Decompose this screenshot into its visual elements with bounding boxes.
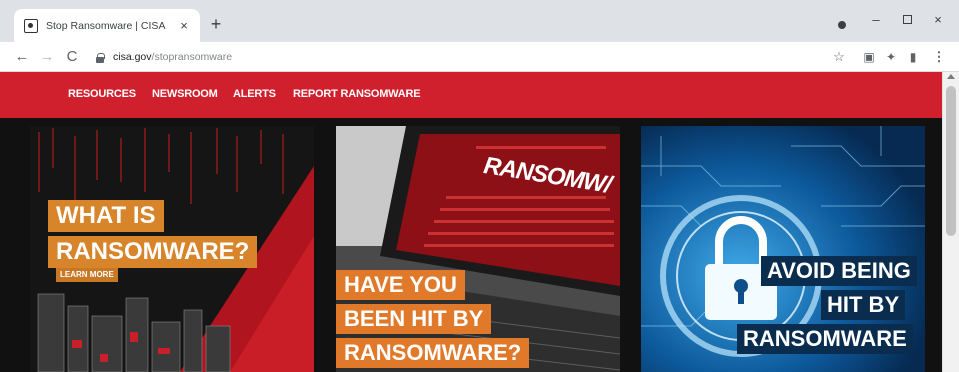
card-1-headline-line-1: WHAT IS <box>48 200 164 232</box>
card-3-headline-line-2: HIT BY <box>821 290 906 320</box>
profile-icon[interactable] <box>836 19 848 31</box>
scroll-up-arrow-icon[interactable] <box>947 74 955 79</box>
address-bar[interactable]: cisa.gov/stopransomware <box>90 46 825 68</box>
nav-link-alerts[interactable]: ALERTS <box>233 88 276 100</box>
card-2-headline-line-3: RANSOMWARE? <box>336 338 530 368</box>
tab-close-icon[interactable]: × <box>176 18 192 34</box>
card-2-headline-line-2: BEEN HIT BY <box>336 304 492 334</box>
minimize-button[interactable]: – <box>862 10 890 30</box>
learn-more-button[interactable]: LEARN MORE <box>56 268 118 282</box>
browser-tab[interactable]: Stop Ransomware | CISA × <box>14 9 200 42</box>
nav-link-newsroom[interactable]: NEWSROOM <box>152 88 218 100</box>
lock-icon[interactable] <box>96 52 105 63</box>
close-window-button[interactable]: × <box>924 10 952 30</box>
extension-icon[interactable]: ▣ <box>860 48 878 66</box>
extension-bookmark-icon[interactable]: ▮ <box>904 48 922 66</box>
reload-icon[interactable]: C <box>62 47 82 67</box>
browser-toolbar: ← → C cisa.gov/stopransomware ☆ ▣ ✦ ▮ ⋮ <box>0 42 959 72</box>
page-viewport: RESOURCES NEWSROOM ALERTS REPORT RANSOMW… <box>0 72 942 372</box>
extensions-puzzle-icon[interactable]: ✦ <box>882 48 900 66</box>
back-arrow-icon[interactable]: ← <box>12 47 32 67</box>
card-have-you-been-hit[interactable]: RANSOMW/ HAVE YOU BEEN HIT BY RANSOMWARE… <box>336 126 620 372</box>
page-scrollbar[interactable] <box>942 72 959 372</box>
card-what-is-ransomware[interactable]: WHAT IS RANSOMWARE? LEARN MORE <box>30 126 314 372</box>
new-tab-button[interactable]: + <box>206 14 226 34</box>
site-nav-bar: RESOURCES NEWSROOM ALERTS REPORT RANSOMW… <box>0 72 942 118</box>
laptop-screen-illustration <box>336 126 620 372</box>
bookmark-star-icon[interactable]: ☆ <box>830 48 848 66</box>
card-3-headline-line-1: AVOID BEING <box>761 256 917 286</box>
card-2-headline-line-1: HAVE YOU <box>336 270 465 300</box>
cisa-favicon-icon <box>24 18 38 33</box>
card-3-headline-line-3: RANSOMWARE <box>737 324 913 354</box>
browser-tab-strip: Stop Ransomware | CISA × + – × <box>0 0 959 42</box>
forward-arrow-icon[interactable]: → <box>37 47 57 67</box>
url-path: /stopransomware <box>151 51 233 63</box>
url-host: cisa.gov <box>113 51 152 63</box>
card-avoid-being-hit[interactable]: AVOID BEING HIT BY RANSOMWARE <box>641 126 925 372</box>
card-1-headline-line-2: RANSOMWARE? <box>48 236 258 268</box>
url-text[interactable]: cisa.gov/stopransomware <box>113 51 232 63</box>
maximize-icon <box>902 15 912 24</box>
scroll-thumb[interactable] <box>946 86 956 236</box>
nav-link-resources[interactable]: RESOURCES <box>68 88 136 100</box>
browser-menu-icon[interactable]: ⋮ <box>930 48 948 66</box>
maximize-button[interactable] <box>893 10 921 30</box>
nav-link-report-ransomware[interactable]: REPORT RANSOMWARE <box>293 88 421 100</box>
tab-title: Stop Ransomware | CISA <box>46 19 166 32</box>
